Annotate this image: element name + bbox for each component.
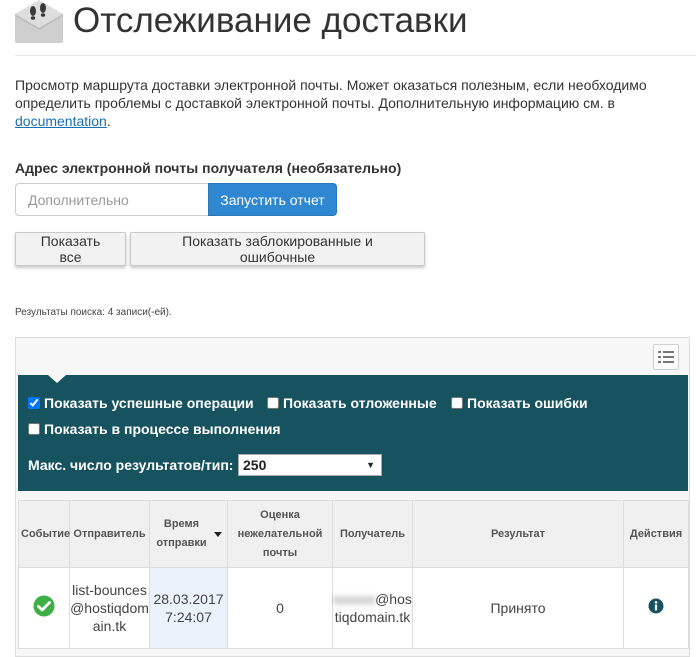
show-errors-option[interactable]: Показать ошибки [451, 395, 588, 411]
show-success-label: Показать успешные операции [44, 395, 254, 411]
filter-options-panel: Показать успешные операции Показать отло… [18, 375, 688, 491]
show-in-progress-option[interactable]: Показать в процессе выполнения [28, 421, 281, 437]
header-divider [15, 55, 696, 56]
recipient-email-input[interactable] [15, 183, 208, 216]
list-icon [658, 351, 674, 363]
show-deferred-option[interactable]: Показать отложенные [267, 395, 437, 411]
sort-descending-icon [214, 532, 222, 537]
show-all-button[interactable]: Показать все [15, 232, 126, 266]
table-row: list-bounces@hostiqdomain.tk 28.03.2017 … [18, 567, 689, 649]
show-blocked-and-failed-button[interactable]: Показать заблокированные и ошибочные [130, 232, 425, 266]
info-icon[interactable] [648, 598, 664, 614]
description-text: Просмотр маршрута доставки электронной п… [15, 77, 647, 111]
page-title: Отслеживание доставки [73, 1, 468, 40]
documentation-link[interactable]: documentation [15, 113, 107, 129]
spam-score-cell: 0 [227, 567, 333, 649]
column-settings-button[interactable] [653, 344, 679, 370]
show-in-progress-checkbox[interactable] [28, 423, 40, 435]
table-header-row: Событие Отправитель Время отправки Оценк… [18, 500, 689, 568]
column-header-recipient[interactable]: Получатель [332, 500, 413, 568]
max-results-label: Макс. число результатов/тип: [28, 457, 234, 473]
delivery-tracking-icon [15, 0, 63, 43]
results-count: Результаты поиска: 4 записи(-ей). [15, 307, 172, 318]
dropdown-caret-icon: ▼ [366, 460, 375, 470]
column-header-result[interactable]: Результат [412, 500, 624, 568]
sender-cell: list-bounces@hostiqdomain.tk [69, 567, 150, 649]
show-success-option[interactable]: Показать успешные операции [28, 395, 254, 411]
column-header-sent-time[interactable]: Время отправки [149, 500, 228, 568]
recipient-email-label: Адрес электронной почты получателя (необ… [15, 160, 402, 176]
result-cell: Принято [412, 567, 624, 649]
show-errors-checkbox[interactable] [451, 397, 463, 409]
recipient-cell: xxxxxx@hostiqdomain.tk [332, 567, 413, 649]
show-success-checkbox[interactable] [28, 397, 40, 409]
results-table: Событие Отправитель Время отправки Оценк… [18, 500, 689, 649]
run-report-button[interactable]: Запустить отчет [208, 183, 337, 216]
show-errors-label: Показать ошибки [467, 395, 588, 411]
recipient-redacted-name: xxxxxx [333, 591, 376, 607]
column-header-sender[interactable]: Отправитель [69, 500, 150, 568]
column-header-spam-score[interactable]: Оценка нежелательной почты [227, 500, 333, 568]
show-deferred-checkbox[interactable] [267, 397, 279, 409]
description-suffix: . [106, 113, 111, 129]
success-check-icon [33, 595, 55, 617]
sent-time-cell: 28.03.2017 7:24:07 [149, 567, 228, 649]
max-results-value: 250 [243, 457, 267, 473]
column-header-actions: Действия [623, 500, 689, 568]
filter-panel-pointer [48, 375, 66, 383]
max-results-select[interactable]: 250 ▼ [238, 454, 382, 476]
actions-cell [623, 567, 689, 649]
column-header-event[interactable]: Событие [18, 500, 70, 568]
show-deferred-label: Показать отложенные [283, 395, 437, 411]
event-cell [18, 567, 70, 649]
page-description: Просмотр маршрута доставки электронной п… [15, 76, 685, 130]
show-in-progress-label: Показать в процессе выполнения [44, 421, 281, 437]
